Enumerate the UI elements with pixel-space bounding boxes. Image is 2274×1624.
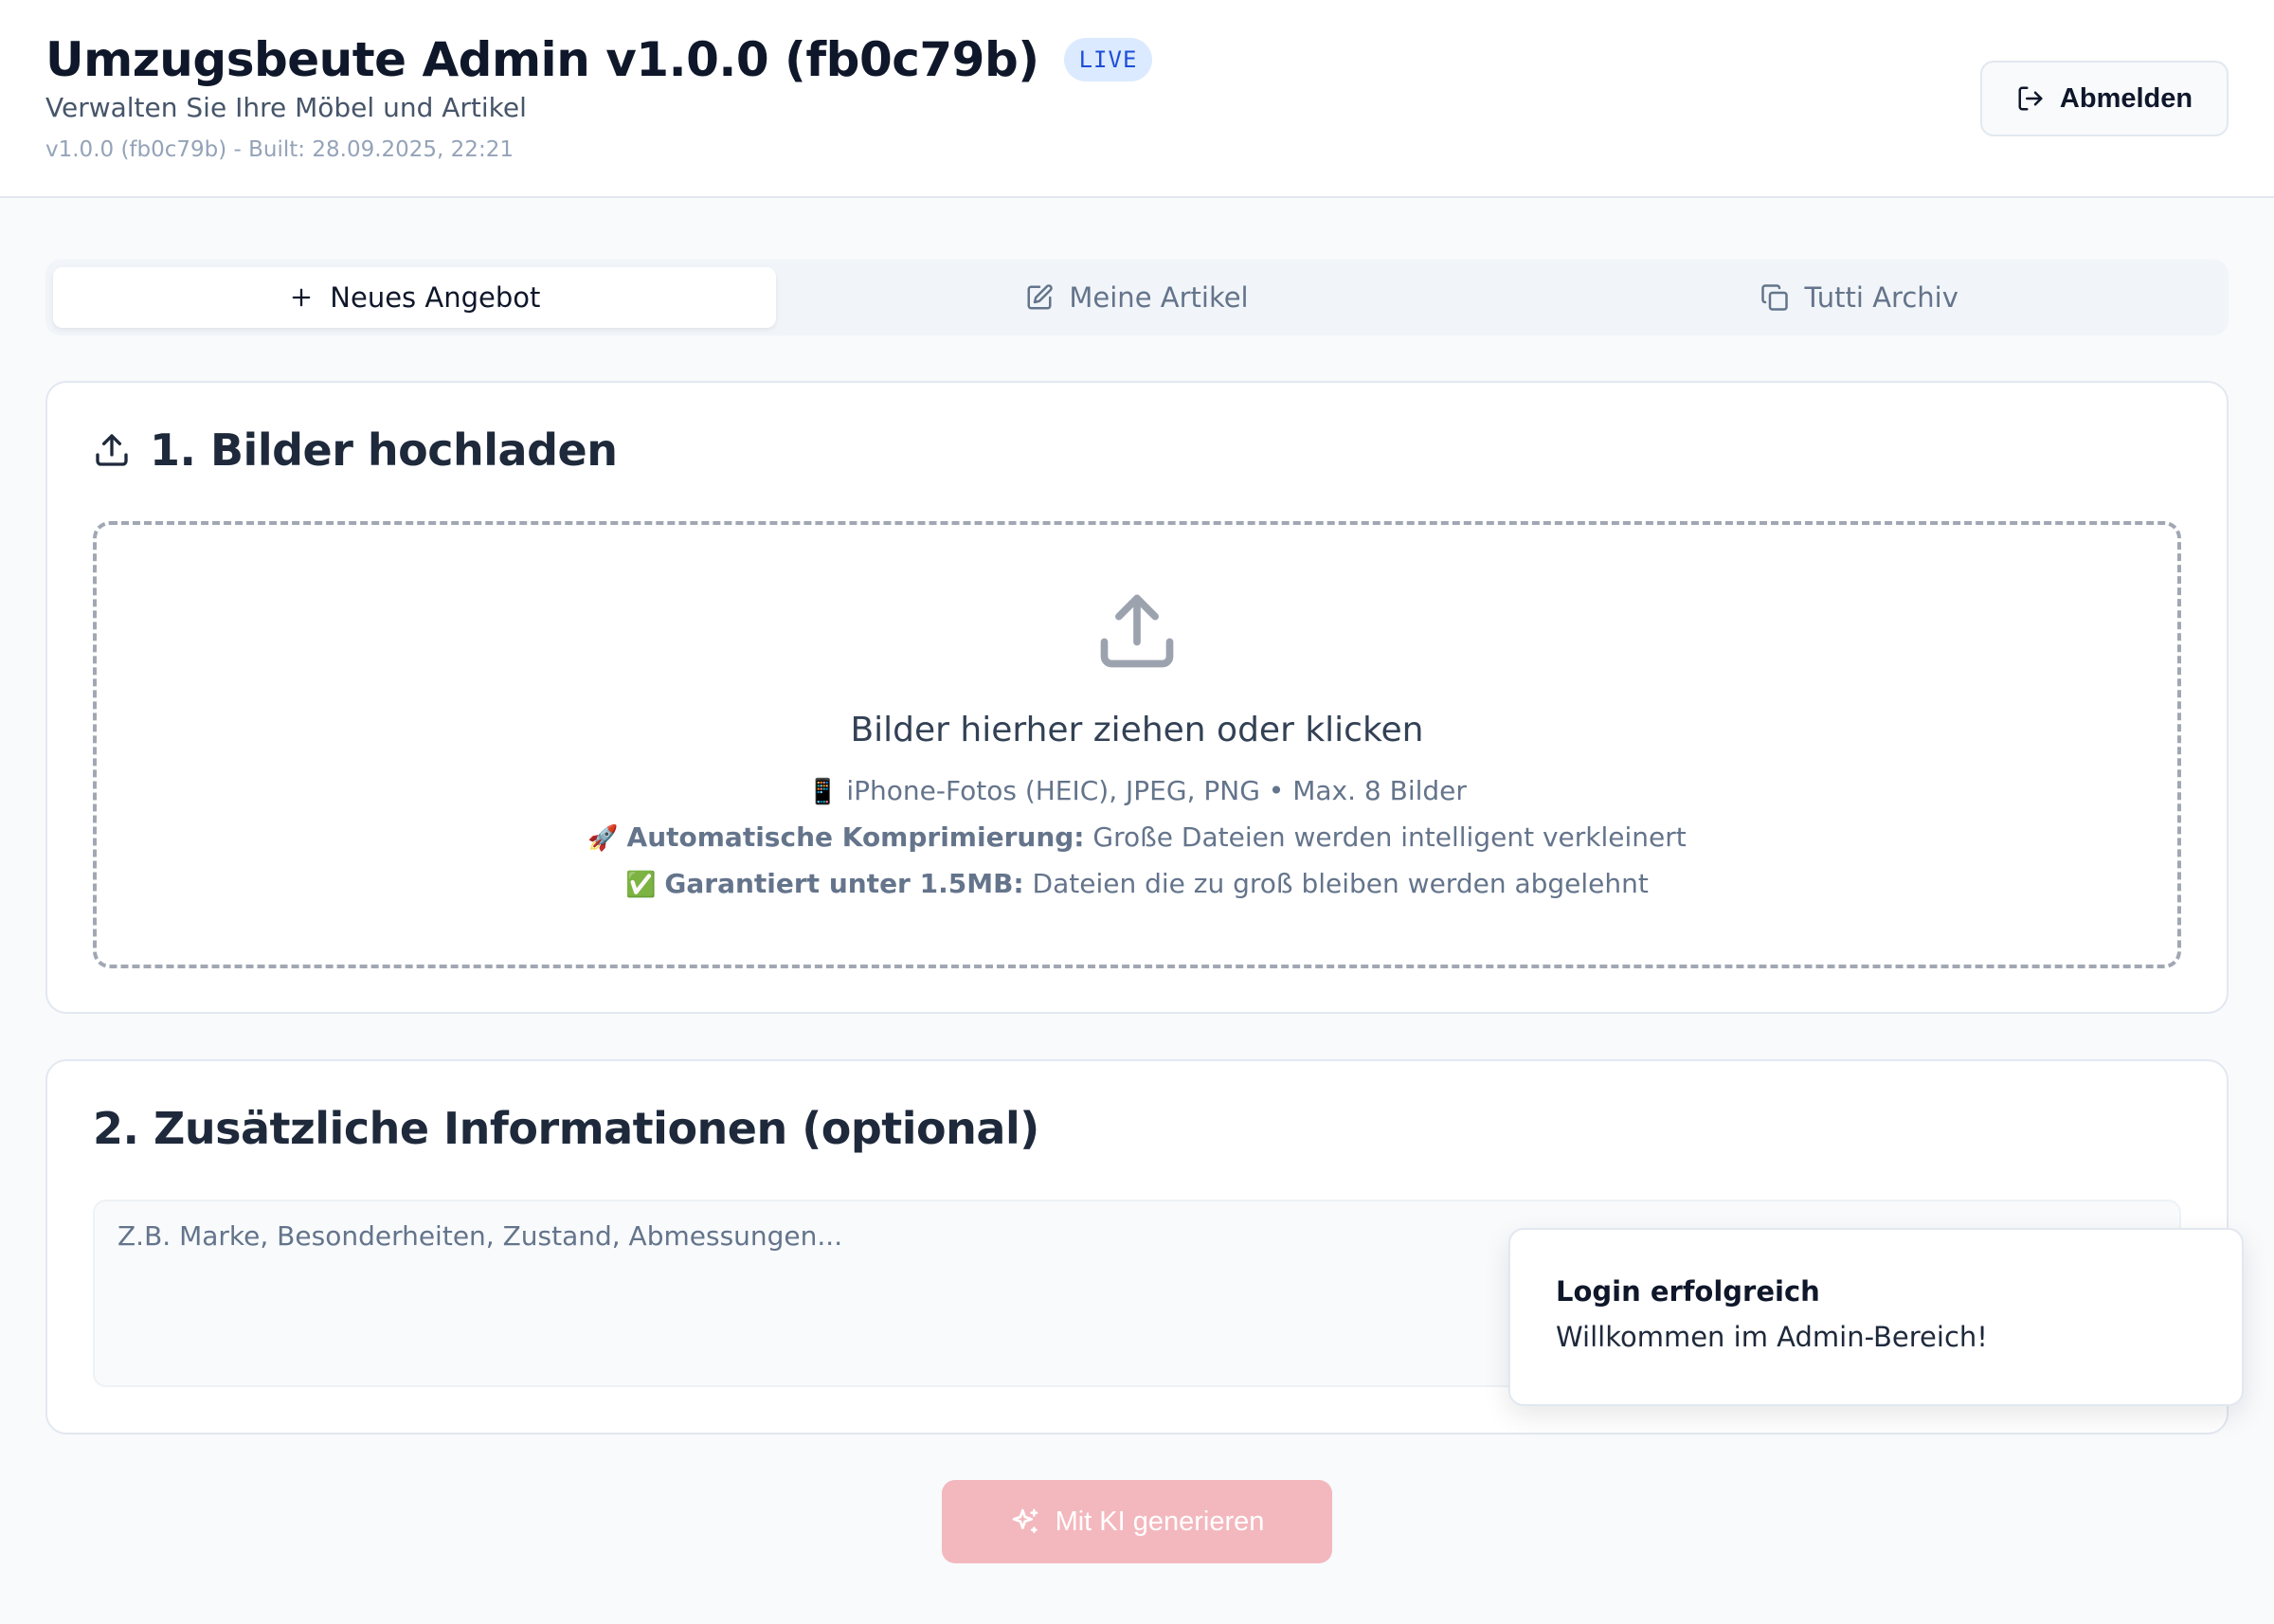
login-toast[interactable]: Login erfolgreich Willkommen im Admin-Be… — [1508, 1228, 2244, 1406]
tab-tutti-archive[interactable]: Tutti Archiv — [1498, 267, 2221, 328]
generate-ai-button[interactable]: Mit KI generieren — [942, 1480, 1332, 1563]
live-badge: LIVE — [1063, 38, 1153, 81]
app-header: Umzugsbeute Admin v1.0.0 (fb0c79b) LIVE … — [0, 0, 2274, 198]
sparkles-icon — [1012, 1508, 1038, 1533]
tab-label: Tutti Archiv — [1804, 281, 1958, 314]
compression-hint: 🚀 Automatische Komprimierung: Große Date… — [587, 815, 1686, 861]
app-title: Umzugsbeute Admin v1.0.0 (fb0c79b) — [45, 32, 1039, 87]
tab-new-offer[interactable]: Neues Angebot — [53, 267, 776, 328]
rocket-icon: 🚀 — [587, 824, 619, 853]
size-hint-text: Dateien die zu groß bleiben werden abgel… — [1032, 868, 1649, 899]
logout-icon — [2018, 86, 2043, 111]
format-hint: 📱 iPhone-Fotos (HEIC), JPEG, PNG • Max. … — [807, 768, 1467, 815]
check-icon: ✅ — [625, 871, 657, 899]
format-hint-text: iPhone-Fotos (HEIC), JPEG, PNG • Max. 8 … — [846, 775, 1467, 806]
plus-icon — [292, 288, 311, 307]
upload-icon — [96, 434, 128, 466]
app-subtitle: Verwalten Sie Ihre Möbel und Artikel — [45, 92, 527, 123]
copy-icon — [1761, 284, 1789, 311]
compression-hint-text: Große Dateien werden intelligent verklei… — [1092, 821, 1687, 853]
info-card-header: 2. Zusätzliche Informationen (optional) — [93, 1103, 1039, 1154]
build-info: v1.0.0 (fb0c79b) - Built: 28.09.2025, 22… — [45, 137, 514, 162]
upload-large-icon — [1100, 594, 1174, 668]
upload-card-title: 1. Bilder hochladen — [150, 424, 618, 476]
toast-title: Login erfolgreich — [1556, 1275, 1820, 1308]
logout-button[interactable]: Abmelden — [1980, 61, 2229, 136]
toast-message: Willkommen im Admin-Bereich! — [1556, 1321, 1988, 1353]
dropzone-title: Bilder hierher ziehen oder klicken — [850, 711, 1424, 749]
image-dropzone[interactable]: Bilder hierher ziehen oder klicken 📱 iPh… — [93, 521, 2181, 968]
info-card-title: 2. Zusätzliche Informationen (optional) — [93, 1103, 1039, 1154]
title-row: Umzugsbeute Admin v1.0.0 (fb0c79b) LIVE — [45, 32, 1153, 87]
size-hint-bold: Garantiert unter 1.5MB: — [664, 868, 1024, 899]
edit-icon — [1027, 284, 1054, 310]
upload-card-header: 1. Bilder hochladen — [93, 424, 618, 476]
compression-hint-bold: Automatische Komprimierung: — [626, 821, 1085, 853]
phone-icon: 📱 — [807, 778, 839, 806]
size-hint: ✅ Garantiert unter 1.5MB: Dateien die zu… — [625, 861, 1649, 908]
tab-label: Meine Artikel — [1069, 281, 1249, 314]
logout-label: Abmelden — [2059, 82, 2193, 114]
main-tabs: Neues Angebot Meine Artikel Tutti Archiv — [45, 260, 2229, 335]
tab-label: Neues Angebot — [330, 281, 541, 314]
tab-my-articles[interactable]: Meine Artikel — [776, 267, 1499, 328]
generate-label: Mit KI generieren — [1055, 1506, 1265, 1537]
upload-card: 1. Bilder hochladen Bilder hierher ziehe… — [45, 381, 2229, 1014]
